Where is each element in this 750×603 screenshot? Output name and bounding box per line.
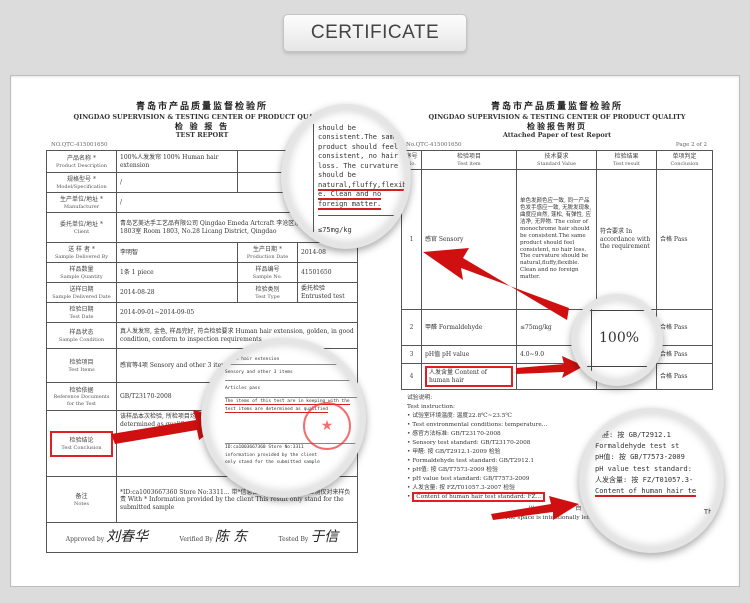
cell-no: 3 [401, 345, 422, 365]
mag-note: only stand for the submitted sample [225, 460, 320, 466]
mag-line: should be [318, 171, 356, 180]
col-standard-value: 技术要求 Standard Value [516, 150, 597, 171]
attached-header: 青岛市产品质量监督检验所 QINGDAO SUPERVISION & TESTI… [401, 94, 713, 140]
cell-conclusion: 合格 Pass [656, 169, 713, 311]
mag-underlined: foreign matter. [318, 199, 382, 210]
row-value-2: 41501650 [297, 262, 358, 284]
magnifier-instructions: 甲醛: 按 GB/T2912.1 Formaldehyde test st pH… [579, 408, 724, 553]
mag-line: Articles pass [225, 381, 360, 398]
row-value: 1条 1 piece [116, 262, 238, 284]
col-conclusion: 单项判定 Conclusion [656, 150, 713, 171]
report-number: No.QTC-415001650 [406, 141, 462, 148]
mag-line: loss. The curvature [318, 161, 399, 170]
row-label-2: 生产日期 * Production Date [237, 242, 298, 264]
verified-by: Verified By 陈 东 [179, 529, 248, 546]
mag-note: ID:ca1003667360 Store No:3311 [225, 445, 304, 451]
report-number-line: No.QTC-415001650 Page 2 of 2 [406, 142, 713, 149]
org-name-cn: 青岛市产品质量监督检验所 [135, 102, 268, 112]
magnifier-conclusion: Human hair extension Sensory and other 3… [201, 338, 366, 498]
row-label: 检验依据 Reference Documents for the Test [46, 382, 117, 412]
cell-no: 2 [401, 309, 422, 347]
row-label: 委托单位/地址 * Client [46, 212, 117, 244]
report-number-text: NO.QTC-415001650 [51, 141, 108, 148]
mag-line: consistent.The same [318, 133, 399, 142]
mag-line: Formaldehyde test st [595, 442, 680, 451]
attached-title-cn: 检验报告附页 [527, 121, 587, 132]
org-name-en: QINGDAO SUPERVISION & TESTING CENTER OF … [428, 113, 686, 122]
col-test-result: 检验结果 Test result [596, 150, 657, 171]
mag-line: should be [318, 124, 356, 132]
mag-line: consistent, no hair [318, 152, 399, 161]
row-value: 100%人发发帘 100% Human hair extension [116, 150, 238, 174]
approved-by: Approved by 刘春华 [65, 529, 149, 546]
mag-line: 人发含量: 按 FZ/T01057.3- [595, 475, 694, 484]
certificate-panel: 青岛市产品质量监督检验所 QINGDAO SUPERVISION & TESTI… [10, 75, 740, 587]
row-label: 样品数量 Sample Quantity [46, 262, 117, 284]
mag-formaldehyde: ≤75mg/kg [318, 214, 405, 235]
row-value: 真人发发帘, 金色, 样品完好, 符合检验要求 Human hair exten… [116, 322, 358, 350]
table-row: 送样日期 Sample Delivered Date 2014-08-28 检验类… [46, 282, 358, 304]
row-value: 2014-09-01~2014-09-05 [116, 302, 358, 324]
row-value: 李明智 [116, 242, 238, 264]
official-stamp-icon: ★ [303, 402, 351, 450]
row-value-2: 委托检验 Entrusted test [297, 282, 358, 304]
mag-underlined: e. Clean and no [318, 190, 382, 201]
cell-conclusion: 合格 Pass [656, 345, 713, 365]
cell-conclusion: 合格 Pass [656, 363, 713, 391]
signatures: Approved by 刘春华 Verified By 陈 东 Tested B… [46, 522, 358, 554]
mag-line: 甲醛: 按 GB/T2912.1 [595, 431, 671, 439]
row-label: 产品名称 * Product Description [46, 150, 117, 174]
table-row: 检验日期 Test Date 2014-09-01~2014-09-05 [46, 302, 358, 324]
row-label: 检验结论 Test Conclusion [46, 410, 117, 478]
col-test-item: 检验项目 Test item [421, 150, 517, 171]
instructions-title-cn: 试验说明: [407, 395, 433, 402]
magnifier-standard-value: should be consistent.The same product sh… [281, 104, 411, 249]
table-row: 样品数量 Sample Quantity 1条 1 piece 样品编号 Sampl… [46, 262, 358, 284]
mag-line: pH value test standard: [595, 464, 692, 473]
row-label: 备注 Notes [46, 476, 117, 524]
mag-underlined: Content of human hair te [595, 486, 697, 497]
row-label: 检验日期 Test Date [46, 302, 117, 324]
row-label: 规格型号 * Model/Specification [46, 172, 117, 194]
arrow-to-instructions-icon [491, 496, 579, 520]
mag-line: pH值: 按 GB/T7573-2009 [595, 453, 685, 462]
mag-line: Sensory and other 3 items [225, 365, 360, 382]
table-header-row: 序号 No. 检验项目 Test item 技术要求 Standard Value 检… [401, 150, 713, 171]
table-row: 送 样 者 * Sample Delivered By 李明智 生产日期 * Pro… [46, 242, 358, 264]
cell-result: 符合要求 In accordance with the requirement [596, 169, 657, 311]
mag-note: information provided by the client [225, 452, 318, 458]
cell-item: pH值 pH value [421, 345, 517, 365]
org-name-cn: 青岛市产品质量监督检验所 [490, 102, 623, 112]
certificate-title-button: CERTIFICATE [283, 14, 467, 52]
mag-line: Human hair extension [225, 356, 360, 365]
cell-no: 4 [401, 363, 422, 391]
row-label: 生产单位/地址 * Manufacturer [46, 192, 117, 214]
row-value: 2014-08-28 [116, 282, 238, 304]
row-label-2: 检验类别 Test Type [237, 282, 298, 304]
human-hair-highlight-box: 人发含量 Content of human hair [425, 366, 513, 388]
signature-row: Approved by 刘春华 Verified By 陈 东 Tested B… [46, 522, 358, 554]
row-label: 送样日期 Sample Delivered Date [46, 282, 117, 304]
conclusion-highlight-box: 检验结论 Test Conclusion [50, 431, 113, 457]
row-label: 样品状态 Sample Condition [46, 322, 117, 350]
page-indicator: Page 2 of 2 [675, 141, 707, 148]
tested-by: Tested By 于信 [278, 529, 339, 546]
row-value: / [116, 172, 238, 194]
mag-line: product should feel [318, 142, 399, 151]
cell-item: 人发含量 Content of human hair [421, 363, 517, 391]
attached-title-en: Attached Paper of test Report [502, 131, 612, 140]
result-percent-value: 100% [599, 330, 640, 346]
arrow-to-sensory-icon [423, 248, 569, 320]
row-label: 送 样 者 * Sample Delivered By [46, 242, 117, 264]
row-label-2: 样品编号 Sample No. [237, 262, 298, 284]
cell-conclusion: 合格 Pass [656, 309, 713, 347]
mag-line: The s [703, 508, 724, 517]
row-label: 检验项目 Test Items [46, 348, 117, 384]
magnifier-result-percent: 100% [571, 294, 663, 386]
